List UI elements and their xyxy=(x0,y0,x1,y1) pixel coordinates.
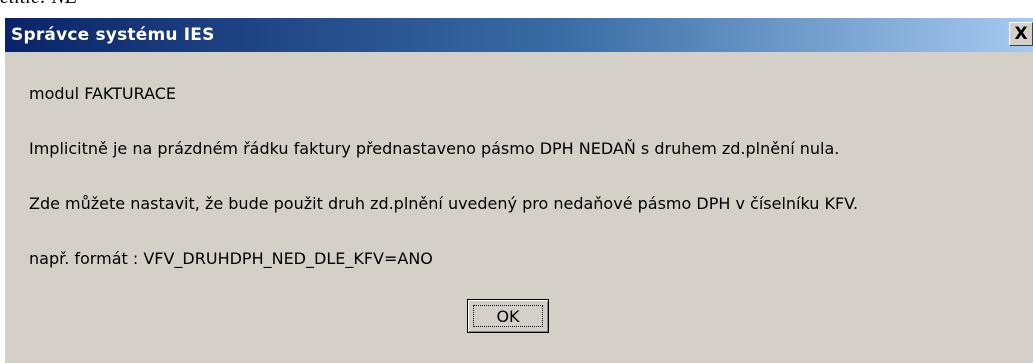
title-bar[interactable]: Správce systému IES X xyxy=(5,18,1033,52)
message-dialog: Správce systému IES X modul FAKTURACE Im… xyxy=(3,16,1033,363)
dialog-title: Správce systému IES xyxy=(11,25,215,45)
message-line-default: Implicitně je na prázdném řádku faktury … xyxy=(29,139,840,158)
background-document-text: etitle: NE xyxy=(0,0,77,9)
message-line-setting: Zde můžete nastavit, že bude použit druh… xyxy=(29,194,859,213)
message-line-format: např. formát : VFV_DRUHDPH_NED_DLE_KFV=A… xyxy=(29,249,433,268)
close-button[interactable]: X xyxy=(1009,22,1033,46)
ok-button[interactable]: OK xyxy=(467,299,549,333)
ok-button-label: OK xyxy=(496,306,520,326)
message-line-module: modul FAKTURACE xyxy=(29,84,177,103)
close-icon: X xyxy=(1014,23,1028,44)
